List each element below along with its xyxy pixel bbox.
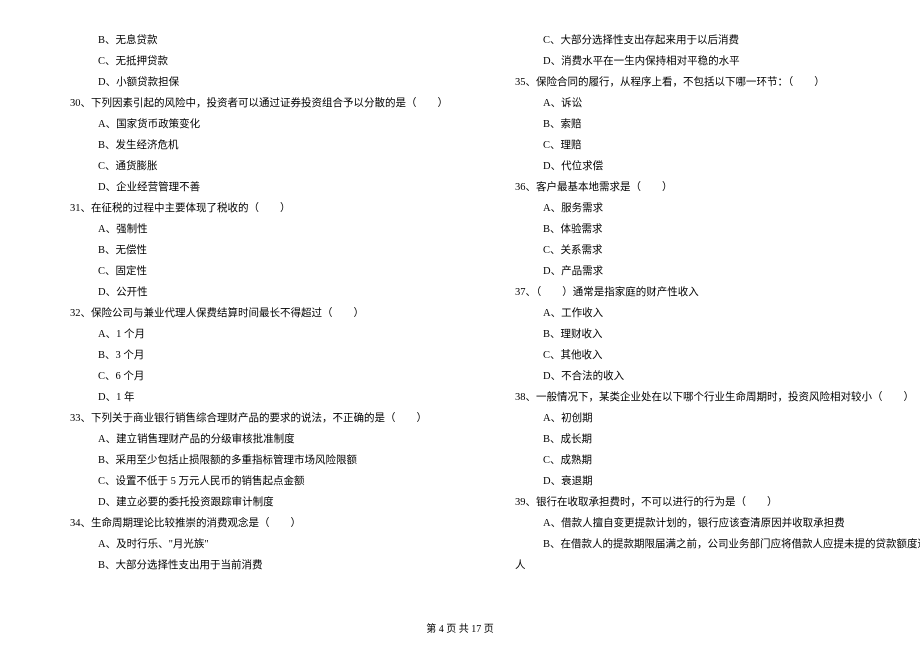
answer-option: B、索赔 <box>515 114 890 135</box>
answer-option: B、3 个月 <box>70 345 430 366</box>
answer-option: C、关系需求 <box>515 240 890 261</box>
answer-option: B、采用至少包括止损限额的多重指标管理市场风险限额 <box>70 450 430 471</box>
answer-option: C、理赔 <box>515 135 890 156</box>
document-content: B、无息贷款C、无抵押贷款D、小额贷款担保30、下列因素引起的风险中，投资者可以… <box>0 30 920 576</box>
answer-option: D、产品需求 <box>515 261 890 282</box>
answer-option: D、企业经营管理不善 <box>70 177 430 198</box>
answer-option: D、衰退期 <box>515 471 890 492</box>
question-line: 37、（ ）通常是指家庭的财产性收入 <box>515 282 890 303</box>
answer-option: C、大部分选择性支出存起来用于以后消费 <box>515 30 890 51</box>
answer-option: A、强制性 <box>70 219 430 240</box>
answer-option: C、通货膨胀 <box>70 156 430 177</box>
question-line: 33、下列关于商业银行销售综合理财产品的要求的说法，不正确的是（ ） <box>70 408 430 429</box>
answer-option: B、发生经济危机 <box>70 135 430 156</box>
question-line: 36、客户最基本地需求是（ ） <box>515 177 890 198</box>
question-line: 31、在征税的过程中主要体现了税收的（ ） <box>70 198 430 219</box>
answer-option: B、体验需求 <box>515 219 890 240</box>
answer-option: A、服务需求 <box>515 198 890 219</box>
answer-option: B、无息贷款 <box>70 30 430 51</box>
continuation-line: 人 <box>515 555 890 576</box>
question-line: 35、保险合同的履行，从程序上看，不包括以下哪一环节：（ ） <box>515 72 890 93</box>
answer-option: D、不合法的收入 <box>515 366 890 387</box>
answer-option: A、国家货币政策变化 <box>70 114 430 135</box>
answer-option: C、设置不低于 5 万元人民币的销售起点金额 <box>70 471 430 492</box>
answer-option: C、成熟期 <box>515 450 890 471</box>
question-line: 34、生命周期理论比较推崇的消费观念是（ ） <box>70 513 430 534</box>
answer-option: A、诉讼 <box>515 93 890 114</box>
answer-option: B、大部分选择性支出用于当前消费 <box>70 555 430 576</box>
answer-option: A、初创期 <box>515 408 890 429</box>
right-column: C、大部分选择性支出存起来用于以后消费D、消费水平在一生内保持相对平稳的水平35… <box>460 30 920 576</box>
question-line: 38、一般情况下，某类企业处在以下哪个行业生命周期时，投资风险相对较小（ ） <box>515 387 890 408</box>
answer-option: D、代位求偿 <box>515 156 890 177</box>
answer-option: A、及时行乐、"月光族" <box>70 534 430 555</box>
answer-option: C、6 个月 <box>70 366 430 387</box>
answer-option: C、无抵押贷款 <box>70 51 430 72</box>
answer-option: D、1 年 <box>70 387 430 408</box>
answer-option: D、消费水平在一生内保持相对平稳的水平 <box>515 51 890 72</box>
answer-option: B、成长期 <box>515 429 890 450</box>
answer-option: C、其他收入 <box>515 345 890 366</box>
page-footer: 第 4 页 共 17 页 <box>0 620 920 635</box>
answer-option: A、建立销售理财产品的分级审核批准制度 <box>70 429 430 450</box>
answer-option: D、公开性 <box>70 282 430 303</box>
left-column: B、无息贷款C、无抵押贷款D、小额贷款担保30、下列因素引起的风险中，投资者可以… <box>0 30 460 576</box>
question-line: 30、下列因素引起的风险中，投资者可以通过证券投资组合予以分散的是（ ） <box>70 93 430 114</box>
answer-option: D、建立必要的委托投资跟踪审计制度 <box>70 492 430 513</box>
answer-option: A、工作收入 <box>515 303 890 324</box>
answer-option: A、1 个月 <box>70 324 430 345</box>
question-line: 32、保险公司与兼业代理人保费结算时间最长不得超过（ ） <box>70 303 430 324</box>
answer-option: B、理财收入 <box>515 324 890 345</box>
answer-option: B、在借款人的提款期限届满之前，公司业务部门应将借款人应提未提的贷款额度通知借款 <box>515 534 890 555</box>
answer-option: D、小额贷款担保 <box>70 72 430 93</box>
answer-option: B、无偿性 <box>70 240 430 261</box>
question-line: 39、银行在收取承担费时，不可以进行的行为是（ ） <box>515 492 890 513</box>
answer-option: A、借款人擅自变更提款计划的，银行应该查清原因并收取承担费 <box>515 513 890 534</box>
answer-option: C、固定性 <box>70 261 430 282</box>
